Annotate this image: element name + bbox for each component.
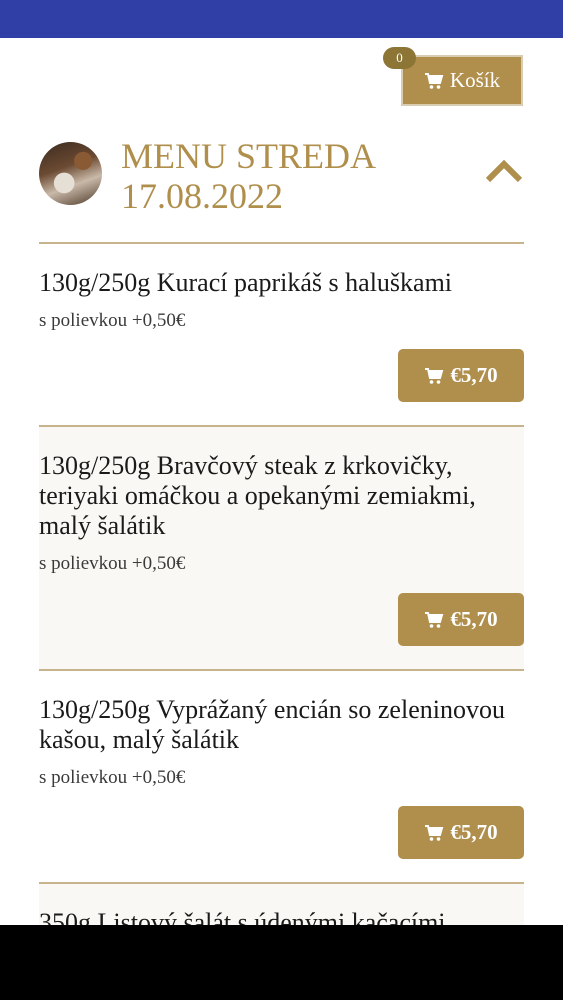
chevron-up-icon[interactable] [485,158,523,184]
price-label: €5,70 [450,820,498,844]
cart-button[interactable]: Košík [401,55,523,106]
status-bar [0,0,563,38]
menu-item: 130g/250g Vyprážaný encián so zeleninovo… [39,669,524,882]
menu-item: 130g/250g Kurací paprikáš s haluškami s … [39,242,524,425]
cart-icon [424,72,444,89]
menu-title-day: MENU STREDA [121,136,377,176]
menu-item-note: s polievkou +0,50€ [39,767,186,788]
menu-title-date: 17.08.2022 [121,176,283,216]
menu-item-name: 130g/250g Kurací paprikáš s haluškami [39,268,453,297]
menu-item-note: s polievkou +0,50€ [39,553,186,574]
add-to-cart-button[interactable]: €5,70 [398,806,524,859]
menu-item-list: 130g/250g Kurací paprikáš s haluškami s … [39,242,524,942]
cart-label: Košík [449,68,501,92]
menu-item-name: 130g/250g Vyprážaný encián so zeleninovo… [39,695,505,754]
menu-item-note: s polievkou +0,50€ [39,310,186,331]
price-label: €5,70 [450,363,498,387]
menu-avatar [39,142,102,205]
navigation-bar [0,925,563,1000]
add-to-cart-button[interactable]: €5,70 [398,349,524,402]
add-to-cart-button[interactable]: €5,70 [398,593,524,646]
cart-icon [425,367,444,384]
menu-item-name: 130g/250g Bravčový steak z krkovičky, te… [39,451,476,540]
price-label: €5,70 [450,607,498,631]
cart-count-badge: 0 [383,47,416,69]
cart-icon [425,824,444,841]
cart-icon [425,611,444,628]
menu-header: MENU STREDA 17.08.2022 [39,136,524,216]
menu-item: 130g/250g Bravčový steak z krkovičky, te… [39,425,524,669]
menu-title: MENU STREDA 17.08.2022 [121,136,451,216]
